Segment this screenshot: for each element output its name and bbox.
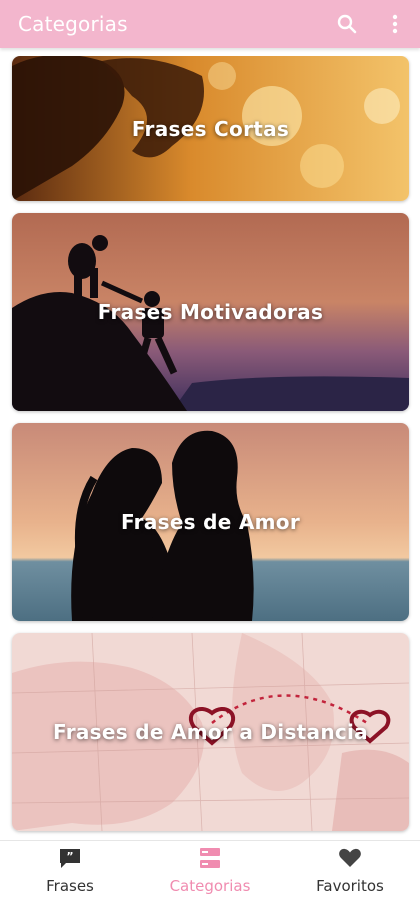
category-label: Frases Cortas bbox=[131, 116, 290, 141]
category-label: Frases Motivadoras bbox=[97, 300, 324, 324]
more-vert-icon[interactable] bbox=[384, 13, 406, 35]
category-card-frases-motivadoras[interactable]: Frases Motivadoras bbox=[12, 213, 409, 411]
bottom-navigation: ” Frases Categorias Favoritos bbox=[0, 840, 420, 900]
category-list: Frases Cortas Frases Motivadoras Frases … bbox=[0, 56, 420, 836]
svg-text:”: ” bbox=[66, 850, 73, 863]
page-title: Categorias bbox=[18, 12, 128, 36]
nav-label: Frases bbox=[46, 876, 94, 895]
category-card-frases-de-amor[interactable]: Frases de Amor bbox=[12, 423, 409, 621]
category-label: Frases de Amor bbox=[120, 510, 301, 534]
nav-item-categorias[interactable]: Categorias bbox=[140, 847, 280, 895]
app-bar: Categorias bbox=[0, 0, 420, 48]
nav-item-favoritos[interactable]: Favoritos bbox=[280, 847, 420, 895]
category-card-frases-de-amor-a-distancia[interactable]: Frases de Amor a Distancia bbox=[12, 633, 409, 831]
search-icon[interactable] bbox=[336, 13, 358, 35]
category-label: Frases de Amor a Distancia bbox=[53, 720, 368, 744]
nav-item-frases[interactable]: ” Frases bbox=[0, 847, 140, 895]
quote-icon: ” bbox=[58, 847, 82, 873]
categories-icon bbox=[199, 847, 221, 873]
category-card-frases-cortas[interactable]: Frases Cortas bbox=[12, 56, 409, 201]
nav-label: Categorias bbox=[169, 876, 251, 895]
appbar-actions bbox=[336, 0, 406, 48]
heart-icon bbox=[338, 847, 362, 873]
nav-label: Favoritos bbox=[316, 876, 384, 895]
